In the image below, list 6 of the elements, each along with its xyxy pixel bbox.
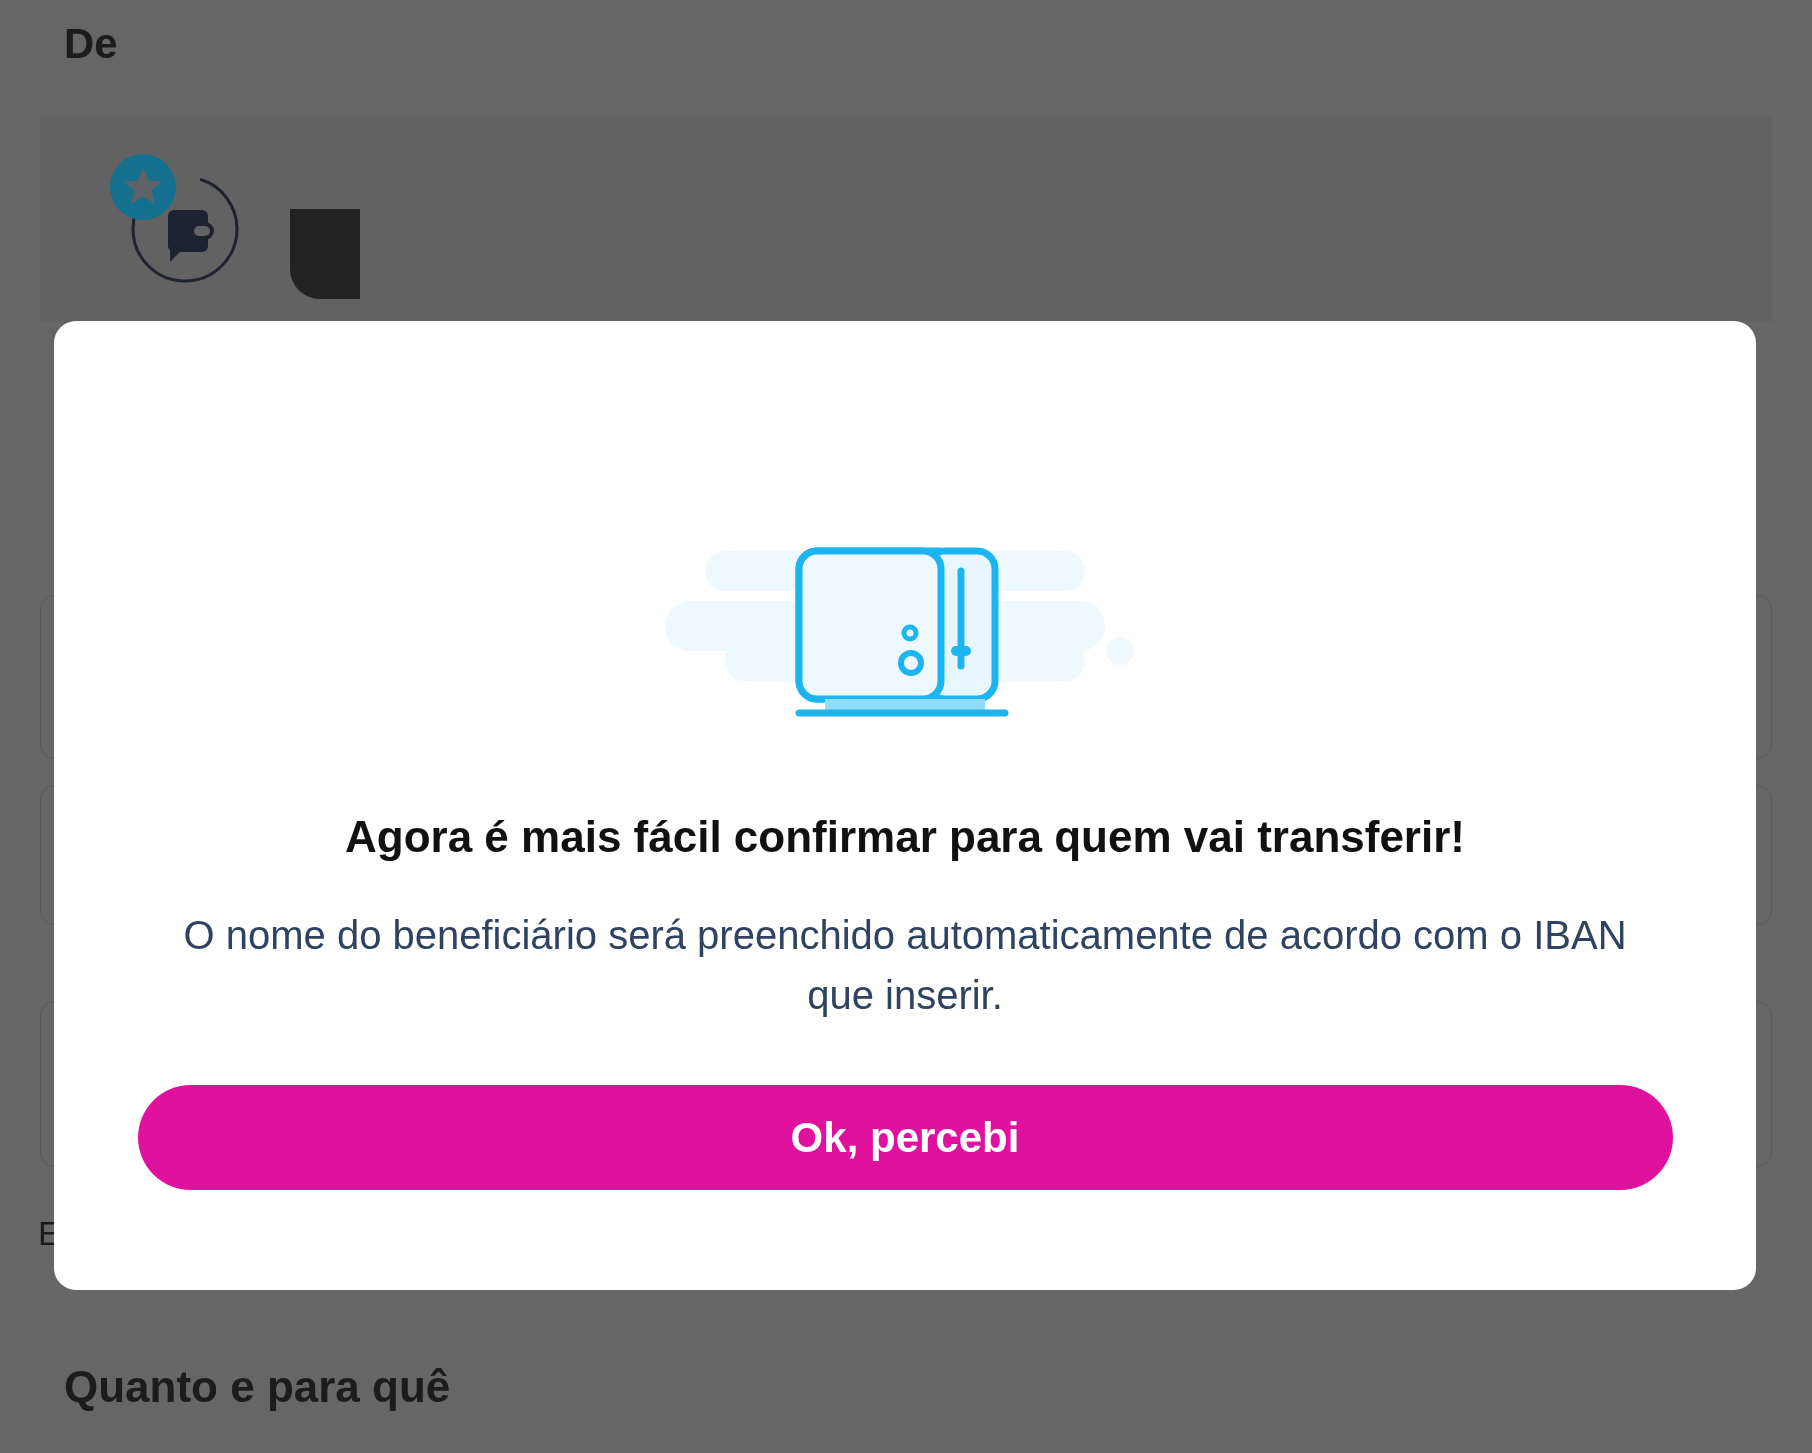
dialog-message: O nome do beneficiário será preenchido automaticamente de acordo com o IBAN que inserir. <box>182 912 1628 1019</box>
section-title: De <box>64 19 118 69</box>
star-badge-icon <box>110 154 176 220</box>
section-title: Quanto e para quê <box>64 1361 451 1413</box>
confirm-button[interactable]: Ok, percebi <box>137 1085 1673 1190</box>
dialog-title: Agora é mais fácil confirmar para quem vai transferir! <box>345 811 1465 863</box>
